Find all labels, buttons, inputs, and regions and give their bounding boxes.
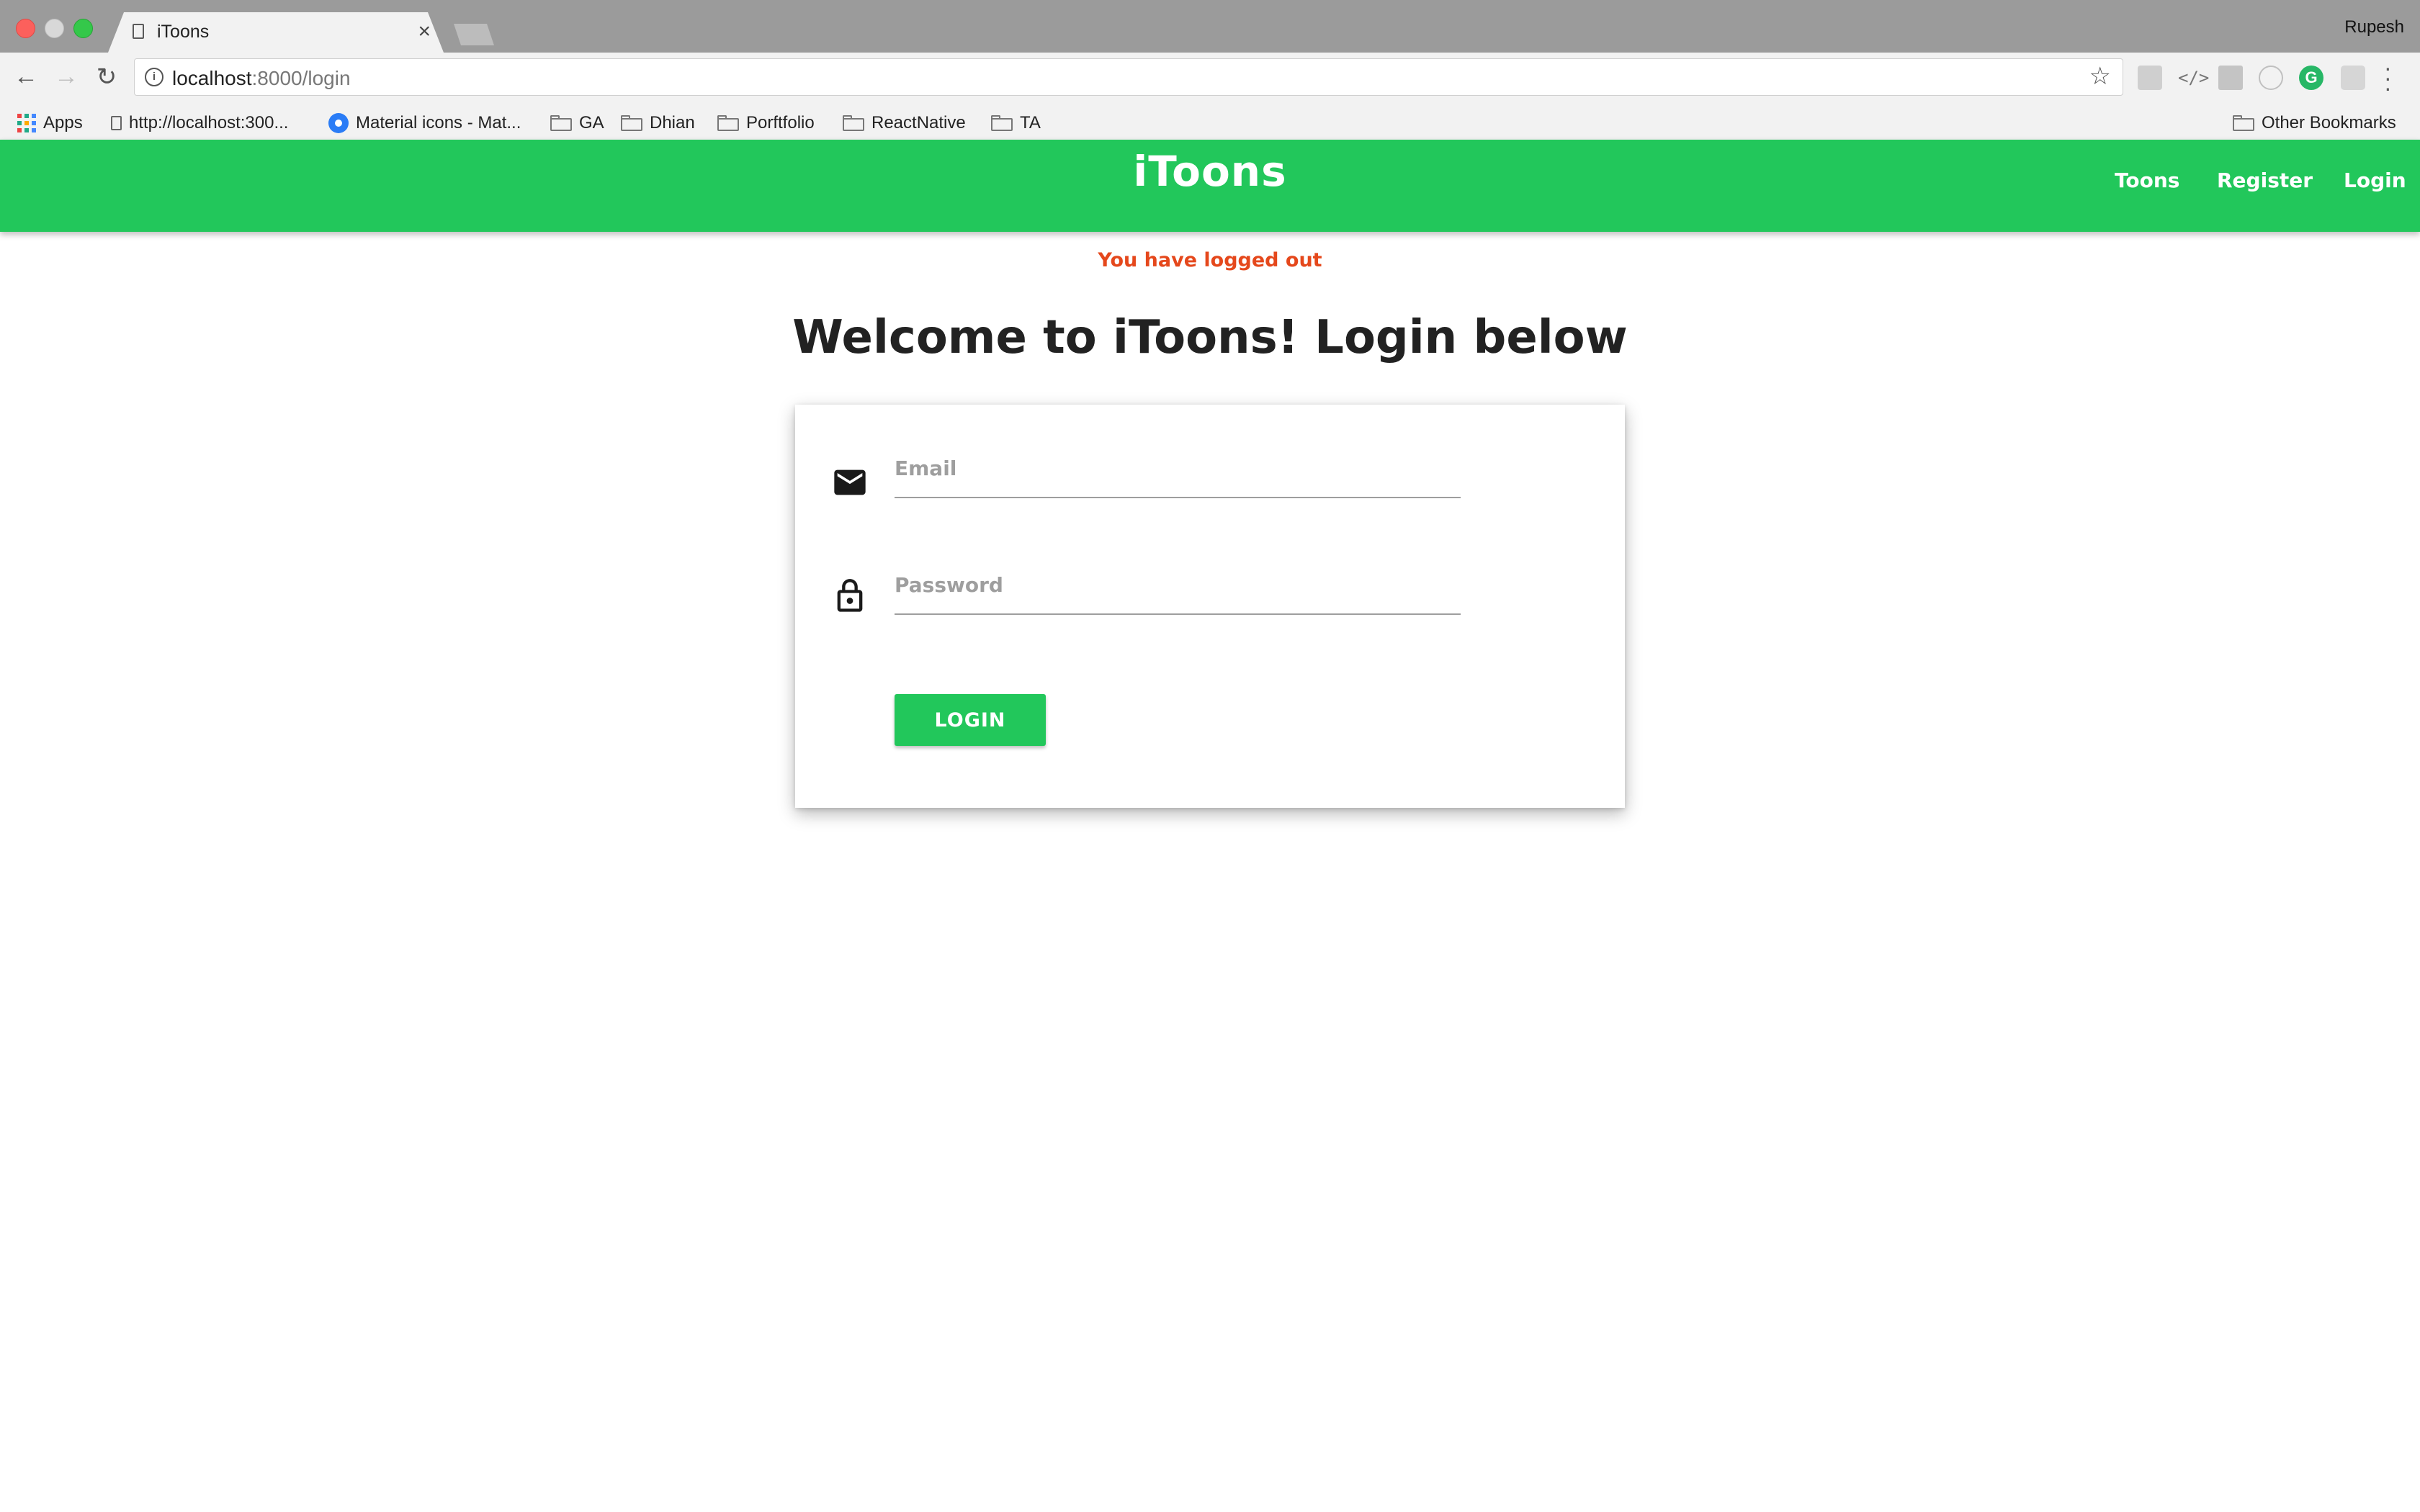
tab-title: iToons	[157, 22, 210, 42]
bookmark-folder-ga[interactable]: GA	[550, 107, 604, 140]
url-text[interactable]: localhost:8000/login	[172, 67, 351, 90]
login-card: LOGIN	[795, 405, 1625, 808]
bookmark-label: GA	[579, 113, 604, 132]
window-maximize-button[interactable]	[73, 19, 93, 38]
apps-grid-icon	[17, 114, 36, 132]
tab-close-icon[interactable]: ×	[418, 19, 431, 44]
browser-tab-active[interactable]: iToons ×	[108, 12, 444, 53]
bookmark-apps[interactable]: Apps	[17, 107, 83, 140]
email-field[interactable]	[895, 439, 1461, 498]
extension-save-icon[interactable]	[2218, 66, 2243, 90]
new-tab-button[interactable]	[454, 24, 494, 45]
material-icon	[328, 113, 349, 133]
password-input[interactable]	[895, 556, 1461, 613]
extension-circle-icon[interactable]	[2259, 66, 2283, 90]
password-field[interactable]	[895, 556, 1461, 615]
grammarly-icon[interactable]: G	[2299, 66, 2323, 90]
bookmark-label: ReactNative	[871, 113, 966, 132]
bookmark-folder-dhian[interactable]: Dhian	[621, 107, 695, 140]
folder-icon	[991, 115, 1013, 131]
page-icon	[133, 24, 144, 39]
back-arrow-icon[interactable]: ←	[12, 63, 40, 91]
flash-message: You have logged out	[1098, 249, 1322, 271]
brand-logo[interactable]: iToons	[0, 147, 2420, 196]
page-title: Welcome to iToons! Login below	[792, 311, 1628, 364]
app-navbar: iToons Toons Register Login	[0, 140, 2420, 232]
bookmark-localhost[interactable]: http://localhost:300...	[111, 107, 288, 140]
bookmark-folder-portfolio[interactable]: Porftfolio	[717, 107, 815, 140]
folder-icon	[621, 115, 642, 131]
browser-menu-icon[interactable]: · · ·	[2384, 56, 2392, 99]
bookmark-label: Apps	[43, 113, 83, 132]
bookmark-label: Material icons - Mat...	[356, 113, 521, 132]
bookmark-folder-ta[interactable]: TA	[991, 107, 1041, 140]
nav-link-toons[interactable]: Toons	[2115, 168, 2179, 192]
browser-toolbar: ← → ↻ i localhost:8000/login ☆ </> G · · ·	[0, 53, 2420, 107]
extension-code-icon[interactable]: </>	[2178, 66, 2209, 90]
browser-titlebar: iToons × Rupesh	[0, 0, 2420, 53]
bookmark-label: TA	[1020, 113, 1041, 132]
reload-icon[interactable]: ↻	[92, 63, 121, 91]
window-minimize-button[interactable]	[45, 19, 64, 38]
email-input[interactable]	[895, 439, 1461, 497]
bookmark-label: http://localhost:300...	[129, 113, 289, 132]
bookmark-label: Dhian	[650, 113, 695, 132]
extension-page-icon[interactable]	[2138, 66, 2162, 90]
bookmark-label: Other Bookmarks	[2262, 113, 2396, 132]
window-close-button[interactable]	[16, 19, 35, 38]
bookmark-folder-reactnative[interactable]: ReactNative	[843, 107, 966, 140]
info-icon[interactable]: i	[145, 68, 163, 86]
nav-link-login[interactable]: Login	[2344, 168, 2406, 192]
profile-name[interactable]: Rupesh	[2344, 17, 2404, 37]
bookmark-star-icon[interactable]: ☆	[2089, 62, 2111, 91]
other-bookmarks[interactable]: Other Bookmarks	[2233, 107, 2396, 140]
bookmark-label: Porftfolio	[746, 113, 815, 132]
email-icon	[834, 469, 866, 495]
folder-icon	[2233, 115, 2254, 131]
bookmark-material-icons[interactable]: Material icons - Mat...	[328, 107, 521, 140]
address-bar[interactable]: i localhost:8000/login ☆	[134, 58, 2123, 96]
forward-arrow-icon[interactable]: →	[52, 63, 81, 91]
nav-link-register[interactable]: Register	[2217, 168, 2313, 192]
bookmarks-bar: Apps http://localhost:300... Material ic…	[0, 107, 2420, 140]
folder-icon	[843, 115, 864, 131]
page-icon	[111, 116, 122, 130]
lock-icon	[837, 579, 863, 612]
extension-grid-icon[interactable]	[2341, 66, 2365, 90]
login-button[interactable]: LOGIN	[895, 694, 1046, 746]
folder-icon	[550, 115, 572, 131]
folder-icon	[717, 115, 739, 131]
